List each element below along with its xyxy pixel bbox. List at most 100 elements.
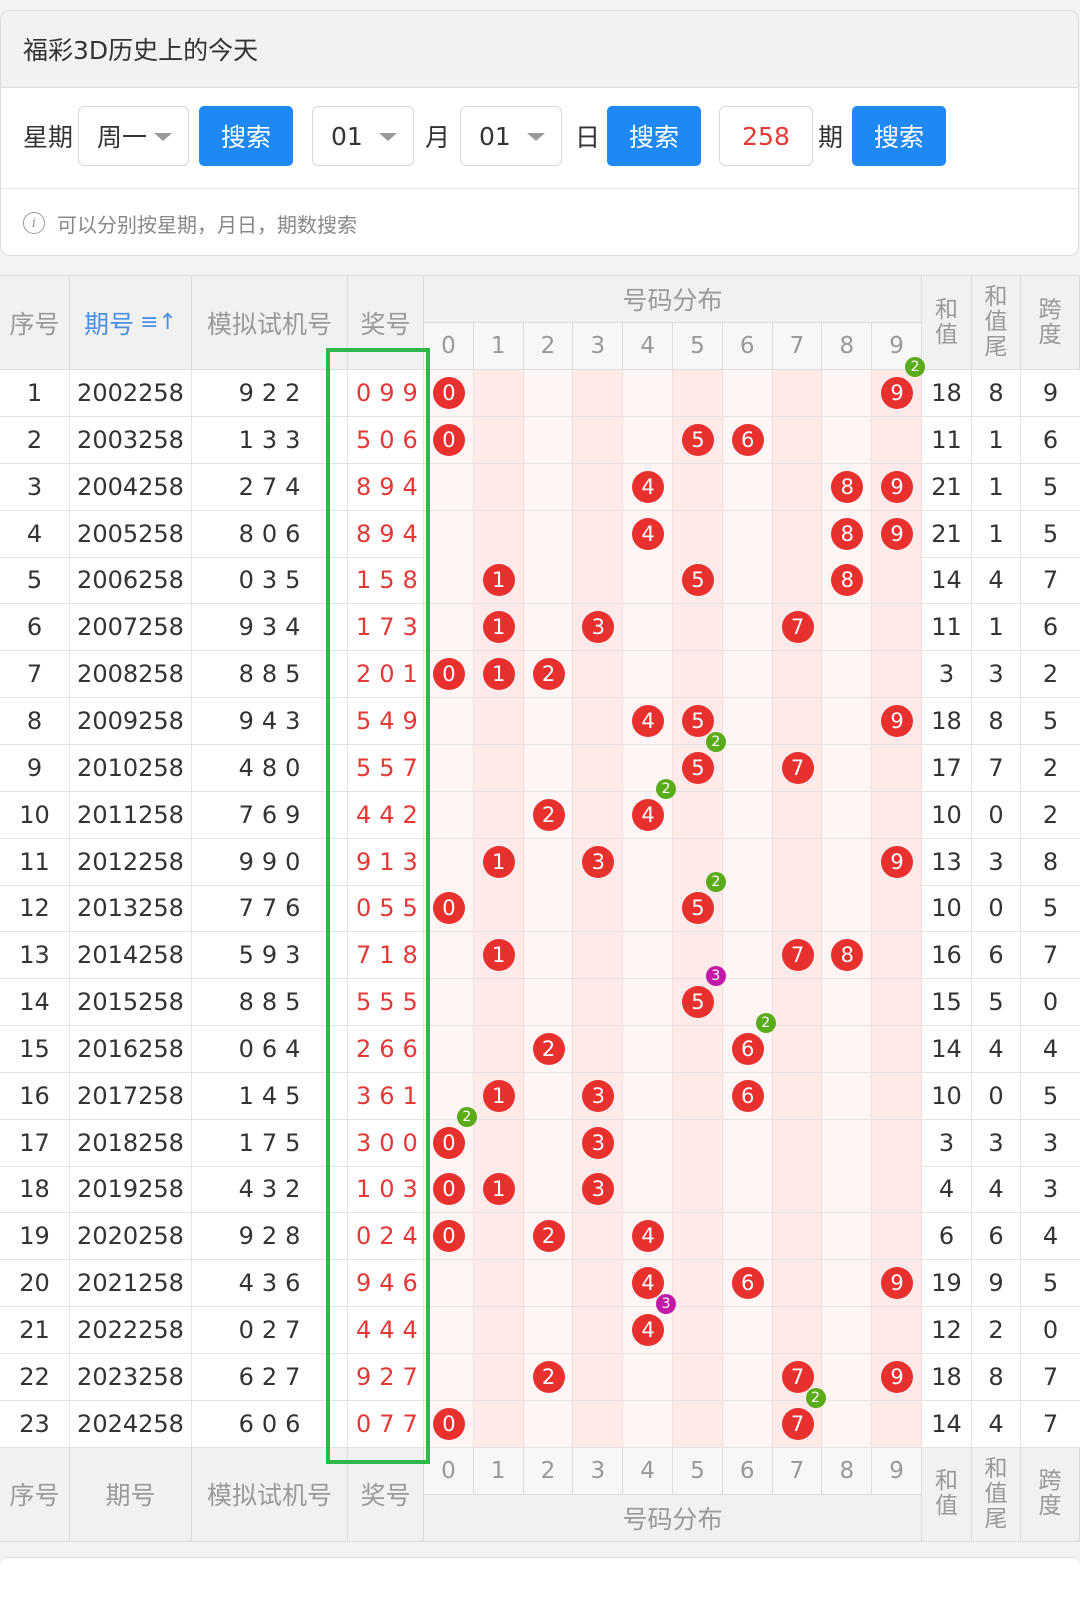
number-ball: 1 xyxy=(482,939,515,972)
number-ball: 9 xyxy=(881,845,914,878)
sim-number-cell: 064 xyxy=(192,1025,348,1072)
header-dist: 号码分布 xyxy=(424,276,922,323)
dist-cell xyxy=(872,744,922,791)
dist-cell xyxy=(772,1307,823,1353)
seq-cell: 13 xyxy=(0,932,70,979)
repeat-count-badge: 2 xyxy=(656,778,677,799)
sum-cell: 18 xyxy=(922,1353,972,1400)
seq-cell: 6 xyxy=(0,604,70,651)
month-select[interactable]: 01 xyxy=(312,106,414,166)
chevron-down-icon xyxy=(379,133,397,141)
dist-cell xyxy=(872,1025,922,1072)
dist-cell xyxy=(872,979,922,1026)
number-ball: 5 xyxy=(681,704,714,737)
footer-digit-7: 7 xyxy=(772,1447,823,1495)
dist-cell xyxy=(822,1166,873,1213)
seq-cell: 5 xyxy=(0,557,70,604)
dist-cell xyxy=(673,370,723,416)
date-search-button[interactable]: 搜索 xyxy=(607,106,701,166)
dist-cell xyxy=(673,1260,723,1307)
footer-digit-0: 0 xyxy=(424,1447,474,1495)
seq-cell: 10 xyxy=(0,791,70,838)
issue-cell: 2018258 xyxy=(70,1119,192,1166)
dist-cell xyxy=(623,1119,673,1166)
number-ball: 2 xyxy=(532,1360,565,1393)
dist-cell xyxy=(473,1353,524,1400)
dist-cell xyxy=(424,744,474,791)
footer-digit-3: 3 xyxy=(573,1447,624,1495)
issue-search-button[interactable]: 搜索 xyxy=(852,106,946,166)
dist-cell xyxy=(772,370,823,416)
issue-cell: 2016258 xyxy=(70,1025,192,1072)
number-ball: 2 xyxy=(532,798,565,831)
sum-cell: 13 xyxy=(922,838,972,885)
prize-number-cell: 894 xyxy=(348,463,424,510)
search-panel: 福彩3D历史上的今天 星期 周一 搜索 01 月 01 日 搜索 期 搜索 i … xyxy=(0,10,1079,256)
number-ball: 1 xyxy=(482,1173,515,1206)
dist-cell xyxy=(473,370,524,416)
sum-cell: 12 xyxy=(922,1307,972,1353)
number-ball: 5 xyxy=(681,892,714,925)
seq-cell: 14 xyxy=(0,979,70,1026)
sim-number-cell: 776 xyxy=(192,885,348,932)
number-ball: 0 xyxy=(432,658,465,691)
sum-tail-cell: 4 xyxy=(972,1166,1021,1213)
seq-cell: 20 xyxy=(0,1260,70,1307)
seq-cell: 4 xyxy=(0,510,70,557)
number-ball: 4 xyxy=(632,470,665,503)
dist-cell xyxy=(623,1353,673,1400)
dist-cell xyxy=(523,979,574,1026)
dist-cell xyxy=(473,1307,524,1353)
sum-cell: 18 xyxy=(922,370,972,416)
span-cell: 5 xyxy=(1042,1269,1059,1298)
dist-cell xyxy=(673,1166,723,1213)
number-ball: 1 xyxy=(482,564,515,597)
sum-tail-cell: 4 xyxy=(972,1025,1021,1072)
number-ball: 7 xyxy=(781,939,814,972)
sort-icon[interactable]: ≡↑ xyxy=(140,310,177,335)
header-sum: 和 值 xyxy=(922,276,972,370)
seq-cell: 11 xyxy=(0,838,70,885)
span-cell: 5 xyxy=(1042,472,1059,501)
sim-number-cell: 922 xyxy=(192,370,348,416)
dist-cell xyxy=(872,932,922,979)
dist-cell xyxy=(722,1353,773,1400)
seq-cell: 3 xyxy=(0,463,70,510)
issue-cell: 2008258 xyxy=(70,651,192,698)
sum-tail-cell: 1 xyxy=(972,463,1021,510)
prize-number-cell: 300 xyxy=(348,1119,424,1166)
footer-sum: 和 值 xyxy=(922,1447,972,1542)
issue-cell: 2017258 xyxy=(70,1072,192,1119)
dist-cell xyxy=(573,1260,624,1307)
sum-cell: 17 xyxy=(922,744,972,791)
panel-title: 福彩3D历史上的今天 xyxy=(1,11,1078,88)
sim-number-cell: 027 xyxy=(192,1307,348,1353)
span-cell: 9 xyxy=(1042,379,1059,407)
sum-cell: 14 xyxy=(922,557,972,604)
dist-cell xyxy=(872,604,922,651)
issue-cell: 2007258 xyxy=(70,604,192,651)
day-select[interactable]: 01 xyxy=(460,106,562,166)
dist-cell xyxy=(473,1119,524,1166)
dist-cell xyxy=(722,697,773,744)
weekday-search-button[interactable]: 搜索 xyxy=(199,106,293,166)
weekday-select[interactable]: 周一 xyxy=(78,106,189,166)
dist-cell xyxy=(424,791,474,838)
dist-cell xyxy=(573,370,624,416)
sum-tail-cell: 8 xyxy=(972,697,1021,744)
issue-input[interactable] xyxy=(719,106,813,166)
dist-cell xyxy=(424,1260,474,1307)
issue-cell: 2002258 xyxy=(70,370,192,416)
table-row: 12 2013258 776 055 0 5 2 10 0 5 xyxy=(0,872,1080,933)
header-issue[interactable]: 期号 ≡↑ xyxy=(70,276,192,370)
dist-cell xyxy=(722,604,773,651)
sim-number-cell: 627 xyxy=(192,1353,348,1400)
dist-cell xyxy=(573,463,624,510)
span-cell: 2 xyxy=(1042,800,1059,829)
issue-cell: 2003258 xyxy=(70,416,192,463)
dist-cell xyxy=(623,1072,673,1119)
dist-cell xyxy=(822,697,873,744)
issue-label: 期 xyxy=(818,123,844,152)
dist-cell xyxy=(673,1213,723,1260)
dist-cell xyxy=(424,1307,474,1353)
